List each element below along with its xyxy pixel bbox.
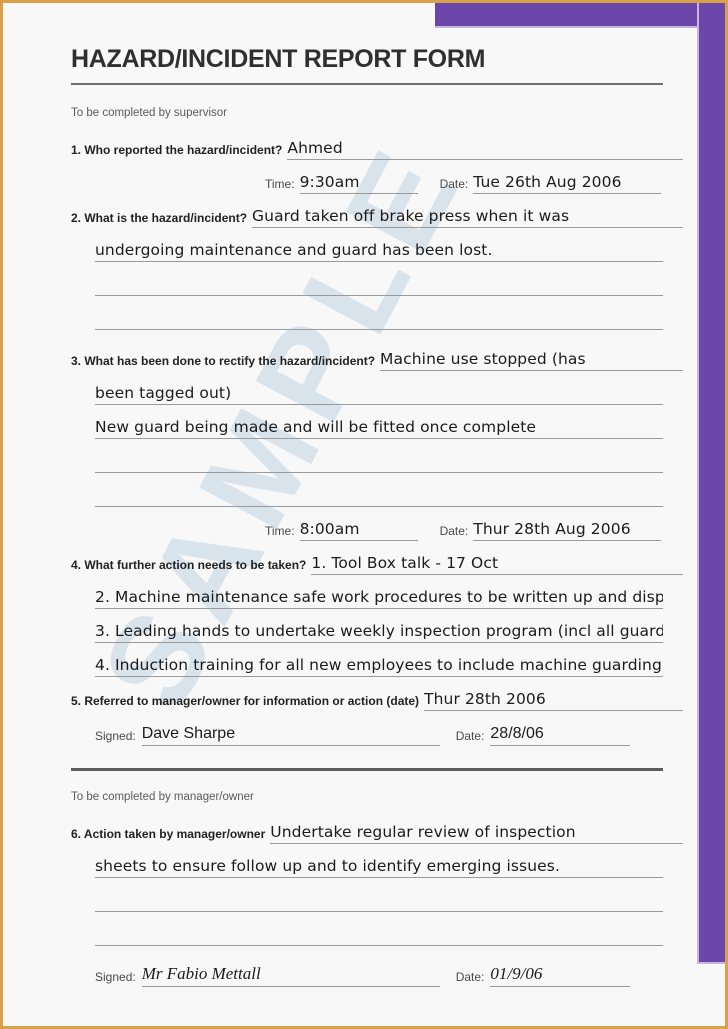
manager-signed-date-field[interactable]: 01/9/06	[490, 964, 631, 987]
question-6-field-line3[interactable]	[95, 891, 663, 912]
supervisor-signed-date-value: 28/8/06	[490, 725, 544, 742]
supervisor-signature-row: Signed: Dave Sharpe Date: 28/8/06	[71, 724, 683, 746]
question-4-field-item2[interactable]: 2. Machine maintenance safe work procedu…	[95, 588, 663, 609]
question-2-answer-line2: undergoing maintenance and guard has bee…	[95, 241, 493, 259]
rectify-date-label: Date:	[439, 524, 469, 538]
question-2-answer-line1: Guard taken off brake press when it was	[252, 207, 570, 225]
supervisor-signed-date-field[interactable]: 28/8/06	[490, 724, 631, 746]
supervisor-signed-label: Signed:	[95, 729, 136, 743]
question-6-field-line4[interactable]	[95, 925, 663, 946]
question-3-field-line2[interactable]: been tagged out)	[95, 384, 663, 405]
supervisor-signed-date-label: Date:	[455, 729, 485, 743]
rectify-time-field[interactable]: 8:00am	[299, 520, 418, 541]
question-4-row: 4. What further action needs to be taken…	[71, 554, 683, 575]
incident-time-date-row: Time: 9:30am Date: Tue 26th Aug 2006	[71, 173, 683, 194]
question-4-item-4: 4. Induction training for all new employ…	[95, 656, 662, 674]
form-content: HAZARD/INCIDENT REPORT FORM To be comple…	[3, 3, 725, 1026]
question-4-field-item4[interactable]: 4. Induction training for all new employ…	[95, 656, 663, 677]
question-3-answer-line2: been tagged out)	[95, 384, 232, 402]
manager-signed-date-label: Date:	[455, 970, 485, 984]
question-5-field[interactable]: Thur 28th 2006	[424, 690, 683, 711]
question-5-answer: Thur 28th 2006	[424, 690, 546, 708]
question-4-item-1: 1. Tool Box talk - 17 Oct	[311, 554, 499, 572]
question-3-field-line1[interactable]: Machine use stopped (has	[380, 350, 683, 371]
purple-accent-bar-top	[435, 3, 725, 28]
rectify-time-value: 8:00am	[299, 520, 360, 538]
question-3-field-line4[interactable]	[95, 452, 663, 473]
question-1-label: 1. Who reported the hazard/incident?	[71, 143, 283, 157]
purple-accent-bar-right	[697, 3, 725, 964]
page-title: HAZARD/INCIDENT REPORT FORM	[71, 45, 486, 73]
question-3-field-line5[interactable]	[95, 486, 663, 507]
question-2-field-line4[interactable]	[95, 309, 663, 330]
supervisor-signature-field[interactable]: Dave Sharpe	[141, 724, 440, 746]
question-6-row: 6. Action taken by manager/owner Underta…	[71, 823, 683, 844]
question-2-field-line3[interactable]	[95, 275, 663, 296]
question-3-label: 3. What has been done to rectify the haz…	[71, 354, 376, 368]
manager-signature-row: Signed: Mr Fabio Mettall Date: 01/9/06	[71, 964, 683, 987]
question-1-field[interactable]: Ahmed	[287, 139, 683, 160]
question-2-field-line2[interactable]: undergoing maintenance and guard has bee…	[95, 241, 663, 262]
rectify-time-label: Time:	[265, 524, 295, 538]
question-3-field-line3[interactable]: New guard being made and will be fitted …	[95, 418, 663, 439]
incident-date-value: Tue 26th Aug 2006	[473, 173, 622, 191]
incident-date-label: Date:	[439, 177, 469, 191]
section-divider	[71, 768, 663, 771]
rectify-time-date-row: Time: 8:00am Date: Thur 28th Aug 2006	[71, 520, 683, 541]
question-6-field-line2[interactable]: sheets to ensure follow up and to identi…	[95, 857, 663, 878]
question-6-answer-line2: sheets to ensure follow up and to identi…	[95, 857, 560, 875]
question-6-field-line1[interactable]: Undertake regular review of inspection	[270, 823, 683, 844]
title-divider	[71, 83, 663, 85]
manager-signature-value: Mr Fabio Mettall	[141, 964, 261, 983]
manager-signed-label: Signed:	[95, 970, 136, 984]
question-4-field-item1[interactable]: 1. Tool Box talk - 17 Oct	[311, 554, 683, 575]
question-2-field-line1[interactable]: Guard taken off brake press when it was	[252, 207, 683, 228]
manager-signature-field[interactable]: Mr Fabio Mettall	[141, 964, 440, 987]
question-4-field-item3[interactable]: 3. Leading hands to undertake weekly ins…	[95, 622, 663, 643]
question-5-row: 5. Referred to manager/owner for informa…	[71, 690, 683, 711]
question-2-label: 2. What is the hazard/incident?	[71, 211, 248, 225]
question-1-row: 1. Who reported the hazard/incident? Ahm…	[71, 139, 683, 160]
question-5-label: 5. Referred to manager/owner for informa…	[71, 694, 420, 708]
rectify-date-value: Thur 28th Aug 2006	[473, 520, 631, 538]
question-6-answer-line1: Undertake regular review of inspection	[270, 823, 576, 841]
question-4-item-3: 3. Leading hands to undertake weekly ins…	[95, 622, 663, 640]
manager-signed-date-value: 01/9/06	[490, 964, 543, 983]
manager-section-note: To be completed by manager/owner	[71, 791, 254, 803]
question-3-answer-line3: New guard being made and will be fitted …	[95, 418, 537, 436]
question-3-row: 3. What has been done to rectify the haz…	[71, 350, 683, 371]
question-4-label: 4. What further action needs to be taken…	[71, 558, 307, 572]
form-page: SAMPLE HAZARD/INCIDENT REPORT FORM To be…	[0, 0, 728, 1029]
supervisor-signature-value: Dave Sharpe	[141, 725, 236, 742]
question-3-answer-line1: Machine use stopped (has	[380, 350, 586, 368]
question-6-label: 6. Action taken by manager/owner	[71, 827, 266, 841]
supervisor-section-note: To be completed by supervisor	[71, 107, 227, 119]
question-2-row: 2. What is the hazard/incident? Guard ta…	[71, 207, 683, 228]
question-1-answer: Ahmed	[287, 139, 343, 157]
incident-date-field[interactable]: Tue 26th Aug 2006	[473, 173, 662, 194]
question-4-item-2: 2. Machine maintenance safe work procedu…	[95, 588, 663, 606]
incident-time-label: Time:	[265, 177, 295, 191]
incident-time-field[interactable]: 9:30am	[299, 173, 418, 194]
incident-time-value: 9:30am	[299, 173, 360, 191]
rectify-date-field[interactable]: Thur 28th Aug 2006	[473, 520, 662, 541]
